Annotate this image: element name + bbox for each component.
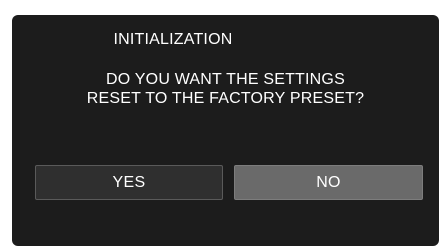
dialog-title: INITIALIZATION: [113, 31, 233, 48]
dialog-message-line-2: RESET TO THE FACTORY PRESET?: [86, 90, 365, 107]
initialization-dialog: INITIALIZATION DO YOU WANT THE SETTINGS …: [12, 15, 439, 246]
yes-button[interactable]: YES: [35, 165, 223, 200]
dialog-message: DO YOU WANT THE SETTINGS RESET TO THE FA…: [12, 70, 439, 108]
no-button[interactable]: NO: [234, 165, 423, 200]
dialog-message-line-1: DO YOU WANT THE SETTINGS: [106, 71, 345, 88]
